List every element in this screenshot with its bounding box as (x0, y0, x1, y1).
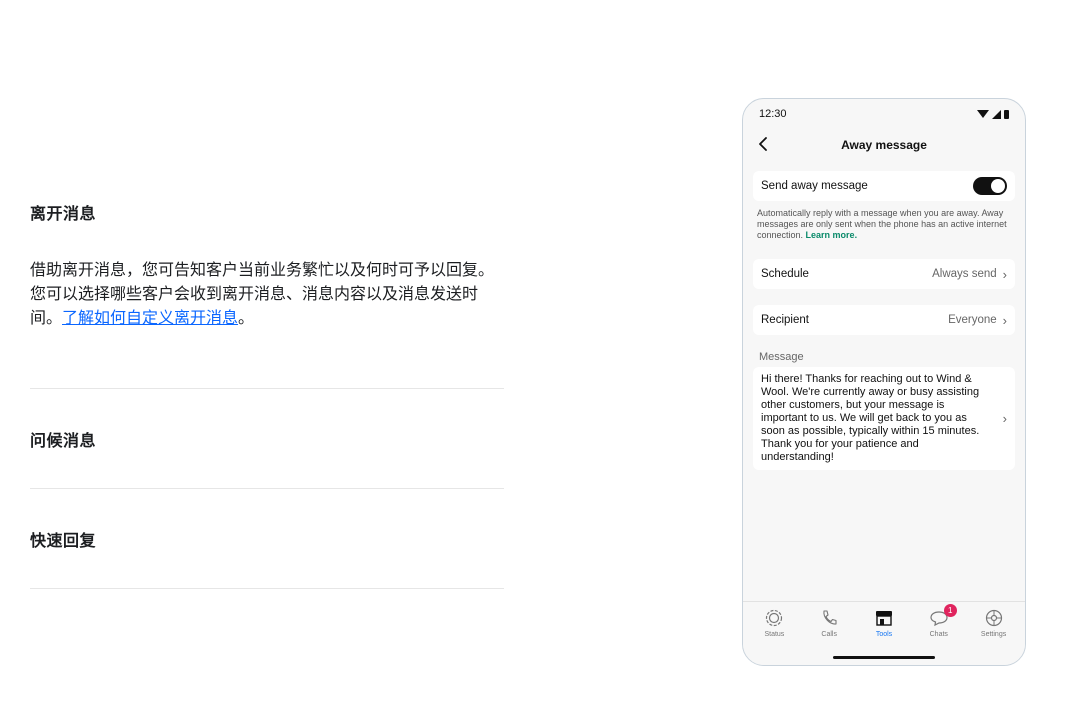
send-away-message-toggle[interactable] (973, 177, 1007, 195)
store-icon (874, 608, 894, 628)
section-title[interactable]: 问候消息 (30, 427, 96, 451)
battery-icon (1004, 109, 1009, 119)
nav-tools[interactable]: Tools (859, 608, 909, 638)
learn-more-link[interactable]: Learn more. (806, 230, 858, 240)
schedule-value-wrap: Always send › (932, 267, 1007, 282)
recipient-value: Everyone (948, 314, 997, 326)
chevron-right-icon: › (1002, 266, 1007, 282)
chevron-right-icon: › (1002, 312, 1007, 328)
bottom-navigation: Status Calls Tools 1 Chats Settings (743, 601, 1025, 665)
section-title[interactable]: 快速回复 (30, 527, 96, 551)
signal-icon (992, 109, 1001, 119)
send-away-message-row[interactable]: Send away message (753, 171, 1015, 201)
message-section-label: Message (759, 351, 804, 363)
helper-body: Automatically reply with a message when … (757, 208, 1007, 240)
toggle-knob (991, 179, 1005, 193)
schedule-row[interactable]: Schedule Always send › (753, 259, 1015, 289)
nav-label: Tools (875, 631, 893, 638)
back-arrow-icon[interactable] (757, 137, 769, 151)
message-text: Hi there! Thanks for reaching out to Win… (761, 373, 980, 463)
recipient-label: Recipient (761, 314, 809, 326)
accordion-section-quick-replies[interactable]: 快速回复 (30, 489, 504, 589)
wifi-icon (977, 110, 989, 118)
toggle-label: Send away message (761, 180, 868, 192)
unread-badge: 1 (943, 604, 957, 617)
message-card[interactable]: Hi there! Thanks for reaching out to Win… (753, 367, 1015, 470)
phone-mockup: 12:30 Away message Send away message Aut… (742, 98, 1026, 666)
status-bar: 12:30 (743, 99, 1025, 129)
app-bar: Away message (743, 129, 1025, 161)
customize-away-message-link[interactable]: 了解如何自定义离开消息 (62, 308, 238, 327)
nav-label: Calls (821, 631, 837, 638)
faq-accordion: 离开消息 借助离开消息，您可告知客户当前业务繁忙以及何时可予以回复。您可以选择哪… (30, 0, 504, 589)
schedule-value: Always send (932, 268, 997, 280)
status-icons (977, 109, 1009, 119)
home-indicator[interactable] (833, 656, 935, 659)
chevron-right-icon: › (1002, 411, 1007, 426)
nav-chats[interactable]: 1 Chats (914, 604, 964, 638)
schedule-label: Schedule (761, 268, 809, 280)
helper-text: Automatically reply with a message when … (757, 208, 1011, 241)
recipient-value-wrap: Everyone › (948, 313, 1007, 328)
section-title[interactable]: 离开消息 (30, 200, 504, 224)
status-icon (765, 608, 783, 628)
accordion-section-away-message: 离开消息 借助离开消息，您可告知客户当前业务繁忙以及何时可予以回复。您可以选择哪… (30, 0, 504, 389)
gear-icon (985, 608, 1003, 628)
chat-icon: 1 (929, 604, 957, 628)
accordion-section-greeting-message[interactable]: 问候消息 (30, 389, 504, 489)
nav-label: Status (764, 631, 785, 638)
nav-calls[interactable]: Calls (804, 608, 854, 638)
recipient-row[interactable]: Recipient Everyone › (753, 305, 1015, 335)
screen-title: Away message (841, 138, 927, 152)
phone-icon (820, 608, 838, 628)
nav-label: Chats (929, 631, 948, 638)
body-period: 。 (238, 308, 255, 327)
nav-status[interactable]: Status (749, 608, 799, 638)
nav-label: Settings (980, 631, 1007, 638)
status-time: 12:30 (759, 108, 787, 120)
nav-settings[interactable]: Settings (969, 608, 1019, 638)
section-body: 借助离开消息，您可告知客户当前业务繁忙以及何时可予以回复。您可以选择哪些客户会收… (30, 258, 504, 330)
